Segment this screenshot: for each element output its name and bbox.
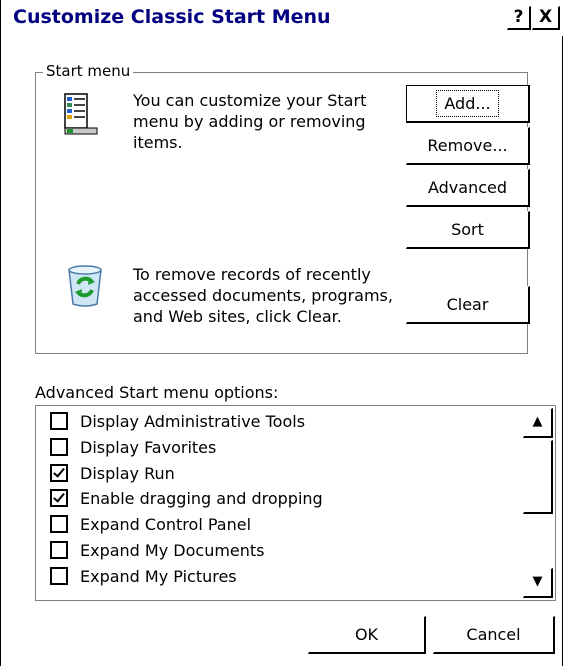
scroll-down-arrow-icon: ▼ [532, 574, 543, 589]
customize-description: You can customize your Start menu by add… [133, 91, 367, 152]
sort-button-label: Sort [451, 220, 484, 239]
remove-button[interactable]: Remove... [406, 127, 530, 165]
list-item-label: Enable dragging and dropping [80, 488, 323, 508]
sort-button[interactable]: Sort [406, 211, 530, 249]
clear-button[interactable]: Clear [406, 286, 530, 324]
list-item[interactable]: Display Run [50, 462, 175, 484]
cancel-button-label: Cancel [466, 625, 521, 644]
add-button[interactable]: Add... [406, 85, 530, 123]
add-button-label: Add... [436, 90, 499, 117]
list-item[interactable]: Display Favorites [50, 436, 216, 458]
close-button[interactable]: X [532, 6, 560, 30]
advanced-options-list[interactable]: Display Administrative Tools Display Fav… [35, 405, 556, 601]
scroll-up-arrow-icon: ▲ [532, 414, 543, 429]
window-title: Customize Classic Start Menu [13, 6, 331, 28]
list-item[interactable]: Expand Control Panel [50, 513, 251, 535]
checkbox[interactable] [50, 567, 68, 585]
list-scrollbar[interactable]: ▲ ▼ [523, 406, 555, 600]
recycle-bin-icon [68, 265, 102, 307]
start-menu-icon [64, 93, 98, 135]
checkbox[interactable] [50, 515, 68, 533]
title-bar: Customize Classic Start Menu ? X [1, 0, 564, 36]
list-item-label: Expand My Pictures [80, 566, 237, 586]
clear-button-label: Clear [446, 295, 489, 314]
cancel-button[interactable]: Cancel [433, 616, 555, 654]
scroll-down-button[interactable]: ▼ [523, 568, 553, 598]
ok-button[interactable]: OK [308, 616, 426, 654]
list-item-label: Expand My Documents [80, 540, 265, 560]
checkbox[interactable] [50, 464, 68, 482]
checkbox[interactable] [50, 489, 68, 507]
list-item[interactable]: Expand My Documents [50, 539, 265, 561]
list-item[interactable]: Enable dragging and dropping [50, 487, 323, 509]
list-item-label: Display Favorites [80, 437, 217, 457]
help-button[interactable]: ? [507, 6, 531, 30]
clear-description: To remove records of recently accessed d… [133, 265, 393, 326]
list-item-label: Display Run [80, 463, 175, 483]
advanced-button-label: Advanced [427, 178, 508, 197]
list-item-label: Expand Control Panel [80, 514, 252, 534]
checkbox[interactable] [50, 541, 68, 559]
checkbox[interactable] [50, 438, 68, 456]
remove-button-label: Remove... [427, 136, 508, 155]
start-menu-group-label: Start menu [43, 62, 134, 80]
scroll-thumb[interactable] [523, 440, 553, 514]
list-item-label: Display Administrative Tools [80, 411, 306, 431]
advanced-button[interactable]: Advanced [406, 169, 530, 207]
list-item[interactable]: Expand My Pictures [50, 565, 237, 587]
ok-button-label: OK [354, 625, 379, 644]
customize-start-menu-dialog: Customize Classic Start Menu ? X Start m… [0, 0, 564, 666]
checkbox[interactable] [50, 412, 68, 430]
advanced-options-label: Advanced Start menu options: [35, 383, 279, 402]
scroll-up-button[interactable]: ▲ [523, 408, 553, 438]
list-item[interactable]: Display Administrative Tools [50, 410, 305, 432]
